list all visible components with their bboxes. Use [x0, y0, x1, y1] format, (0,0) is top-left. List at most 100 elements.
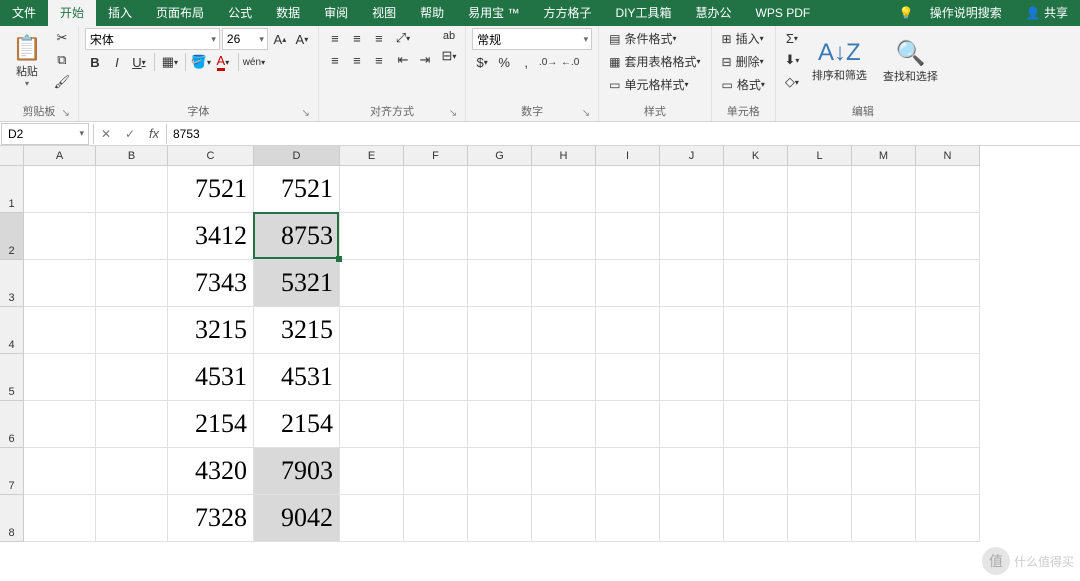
tab-慧办公[interactable]: 慧办公 — [684, 0, 744, 26]
cell-A8[interactable] — [24, 495, 96, 542]
cell-H6[interactable] — [532, 401, 596, 448]
tab-视图[interactable]: 视图 — [360, 0, 408, 26]
cell-E6[interactable] — [340, 401, 404, 448]
percent-button[interactable]: % — [494, 52, 514, 72]
align-right-button[interactable]: ≡ — [369, 50, 389, 70]
col-header-K[interactable]: K — [724, 146, 788, 166]
format-cells-button[interactable]: ▭格式 ▾ — [718, 74, 769, 95]
cell-K5[interactable] — [724, 354, 788, 401]
formula-input[interactable] — [167, 123, 1080, 145]
cell-H3[interactable] — [532, 260, 596, 307]
align-bottom-button[interactable]: ≡ — [369, 28, 389, 48]
cell-G8[interactable] — [468, 495, 532, 542]
cell-K7[interactable] — [724, 448, 788, 495]
cell-H4[interactable] — [532, 307, 596, 354]
cell-C8[interactable]: 7328 — [168, 495, 254, 542]
col-header-N[interactable]: N — [916, 146, 980, 166]
cell-K4[interactable] — [724, 307, 788, 354]
cell-L3[interactable] — [788, 260, 852, 307]
cell-D7[interactable]: 7903 — [254, 448, 340, 495]
cell-L5[interactable] — [788, 354, 852, 401]
cell-I7[interactable] — [596, 448, 660, 495]
cell-M8[interactable] — [852, 495, 916, 542]
cell-E4[interactable] — [340, 307, 404, 354]
chevron-down-icon[interactable]: ▾ — [581, 34, 592, 45]
row-header-5[interactable]: 5 — [0, 354, 24, 401]
cell-J1[interactable] — [660, 166, 724, 213]
cell-N8[interactable] — [916, 495, 980, 542]
cell-J8[interactable] — [660, 495, 724, 542]
col-header-F[interactable]: F — [404, 146, 468, 166]
fill-button[interactable]: ⬇▾ — [782, 50, 802, 70]
cell-L6[interactable] — [788, 401, 852, 448]
cell-A3[interactable] — [24, 260, 96, 307]
row-header-3[interactable]: 3 — [0, 260, 24, 307]
merge-button[interactable]: ⊟▾ — [439, 46, 459, 66]
cell-H7[interactable] — [532, 448, 596, 495]
cell-G6[interactable] — [468, 401, 532, 448]
clear-button[interactable]: ◇▾ — [782, 72, 802, 92]
font-size-combo[interactable]: 26▾ — [222, 28, 268, 50]
cell-D4[interactable]: 3215 — [254, 307, 340, 354]
cell-N7[interactable] — [916, 448, 980, 495]
tell-me[interactable]: 操作说明搜索 — [918, 0, 1014, 26]
cell-M1[interactable] — [852, 166, 916, 213]
col-header-A[interactable]: A — [24, 146, 96, 166]
cell-B2[interactable] — [96, 213, 168, 260]
number-launcher-icon[interactable]: ↘ — [582, 108, 590, 119]
cell-B8[interactable] — [96, 495, 168, 542]
cell-B1[interactable] — [96, 166, 168, 213]
cell-A2[interactable] — [24, 213, 96, 260]
cell-N4[interactable] — [916, 307, 980, 354]
cell-J5[interactable] — [660, 354, 724, 401]
cell-C6[interactable]: 2154 — [168, 401, 254, 448]
cell-L8[interactable] — [788, 495, 852, 542]
cell-D3[interactable]: 5321 — [254, 260, 340, 307]
cell-C4[interactable]: 3215 — [168, 307, 254, 354]
delete-cells-button[interactable]: ⊟删除 ▾ — [718, 51, 768, 72]
cell-B4[interactable] — [96, 307, 168, 354]
cell-G4[interactable] — [468, 307, 532, 354]
clipboard-launcher-icon[interactable]: ↘ — [62, 108, 70, 119]
italic-button[interactable]: I — [107, 52, 127, 72]
font-color-button[interactable]: A▾ — [213, 52, 233, 72]
tab-开始[interactable]: 开始 — [48, 0, 96, 26]
cell-B6[interactable] — [96, 401, 168, 448]
fill-color-button[interactable]: 🪣▾ — [191, 52, 211, 72]
cell-grid[interactable]: 7521752134128753734353213215321545314531… — [24, 166, 980, 542]
number-format-combo[interactable]: 常规▾ — [472, 28, 592, 50]
cell-A1[interactable] — [24, 166, 96, 213]
align-top-button[interactable]: ≡ — [325, 28, 345, 48]
cell-N3[interactable] — [916, 260, 980, 307]
cell-K6[interactable] — [724, 401, 788, 448]
cell-K1[interactable] — [724, 166, 788, 213]
cell-K2[interactable] — [724, 213, 788, 260]
chevron-down-icon[interactable]: ▾ — [75, 128, 88, 139]
align-middle-button[interactable]: ≡ — [347, 28, 367, 48]
cell-M7[interactable] — [852, 448, 916, 495]
cell-B7[interactable] — [96, 448, 168, 495]
align-left-button[interactable]: ≡ — [325, 50, 345, 70]
align-launcher-icon[interactable]: ↘ — [449, 108, 457, 119]
cell-styles-button[interactable]: ▭单元格样式 ▾ — [605, 74, 692, 95]
insert-cells-button[interactable]: ⊞插入 ▾ — [718, 28, 768, 49]
enter-formula-button[interactable]: ✓ — [118, 127, 142, 141]
cell-L7[interactable] — [788, 448, 852, 495]
cell-L2[interactable] — [788, 213, 852, 260]
cell-D5[interactable]: 4531 — [254, 354, 340, 401]
row-header-6[interactable]: 6 — [0, 401, 24, 448]
cell-H8[interactable] — [532, 495, 596, 542]
cell-J6[interactable] — [660, 401, 724, 448]
col-header-J[interactable]: J — [660, 146, 724, 166]
cell-F2[interactable] — [404, 213, 468, 260]
font-launcher-icon[interactable]: ↘ — [302, 108, 310, 119]
paste-button[interactable]: 📋 粘贴 ▾ — [6, 28, 48, 94]
cell-J7[interactable] — [660, 448, 724, 495]
cell-N1[interactable] — [916, 166, 980, 213]
cell-F5[interactable] — [404, 354, 468, 401]
col-header-E[interactable]: E — [340, 146, 404, 166]
cell-F4[interactable] — [404, 307, 468, 354]
cell-J2[interactable] — [660, 213, 724, 260]
cell-G5[interactable] — [468, 354, 532, 401]
cell-C3[interactable]: 7343 — [168, 260, 254, 307]
